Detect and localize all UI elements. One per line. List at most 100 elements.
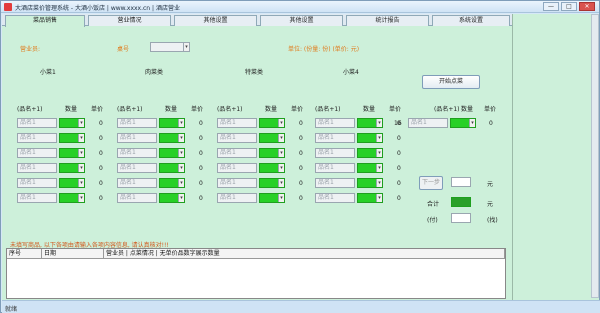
- chevron-down-icon[interactable]: ▾: [178, 119, 184, 127]
- chevron-down-icon[interactable]: ▾: [376, 119, 382, 127]
- qty-field[interactable]: ▾: [259, 118, 285, 128]
- grid-header-index[interactable]: 序号: [7, 249, 42, 259]
- chevron-down-icon[interactable]: ▾: [376, 194, 382, 202]
- col-label-1: 小菜1: [40, 69, 56, 76]
- dish-select[interactable]: 品名1: [315, 193, 355, 203]
- dish-select[interactable]: 品名1: [17, 118, 57, 128]
- dish-select[interactable]: 品名1: [217, 178, 257, 188]
- tab-order[interactable]: 菜品销售: [5, 15, 85, 27]
- chevron-down-icon[interactable]: ▾: [78, 194, 84, 202]
- chevron-down-icon[interactable]: ▾: [376, 179, 382, 187]
- dish-select[interactable]: 品名1: [315, 163, 355, 173]
- dish-select[interactable]: 品名1: [217, 133, 257, 143]
- chevron-down-icon[interactable]: ▾: [78, 179, 84, 187]
- tab-settings-b[interactable]: 其他设置: [260, 15, 343, 26]
- dish-select[interactable]: 品名1: [117, 148, 157, 158]
- qty-field[interactable]: ▾: [259, 133, 285, 143]
- dish-select[interactable]: 品名1: [217, 118, 257, 128]
- dish-select[interactable]: 品名1: [117, 178, 157, 188]
- qty-field[interactable]: ▾: [159, 148, 185, 158]
- tab-system[interactable]: 系统设置: [432, 15, 510, 26]
- grid-header-date[interactable]: 日期: [42, 249, 104, 259]
- table-select[interactable]: ▾: [150, 42, 190, 52]
- qty-field[interactable]: ▾: [159, 178, 185, 188]
- chevron-down-icon[interactable]: ▾: [78, 119, 84, 127]
- chevron-down-icon[interactable]: ▾: [278, 134, 284, 142]
- qty-field[interactable]: ▾: [59, 193, 85, 203]
- dish-select[interactable]: 品名1: [117, 193, 157, 203]
- chevron-down-icon[interactable]: ▾: [376, 149, 382, 157]
- qty-field[interactable]: ▾: [159, 133, 185, 143]
- qty-field[interactable]: ▾: [59, 118, 85, 128]
- amount-field[interactable]: [451, 177, 471, 187]
- tab-business[interactable]: 营业情况: [88, 15, 171, 26]
- dish-select[interactable]: 品名1: [315, 178, 355, 188]
- close-button[interactable]: ✕: [579, 2, 595, 11]
- chevron-down-icon[interactable]: ▾: [178, 194, 184, 202]
- chevron-down-icon[interactable]: ▾: [178, 179, 184, 187]
- dish-select[interactable]: 品名1: [117, 133, 157, 143]
- grid-header-detail[interactable]: 营业员 | 点菜情况 | 无单价品数字展示数量: [104, 249, 505, 259]
- chevron-down-icon[interactable]: ▾: [376, 164, 382, 172]
- chevron-down-icon[interactable]: ▾: [376, 134, 382, 142]
- chevron-down-icon[interactable]: ▾: [278, 164, 284, 172]
- total-label: 合计: [427, 201, 440, 208]
- qty-field[interactable]: ▾: [59, 163, 85, 173]
- extra-item-select[interactable]: 品名1: [408, 118, 448, 128]
- table-label: 桌号: [117, 46, 130, 53]
- dish-select[interactable]: 品名1: [117, 118, 157, 128]
- qty-field[interactable]: ▾: [159, 193, 185, 203]
- chevron-down-icon[interactable]: ▾: [278, 179, 284, 187]
- qty-field[interactable]: ▾: [59, 133, 85, 143]
- price-value: 0: [299, 165, 303, 172]
- start-order-button[interactable]: 开始点菜: [422, 75, 480, 89]
- chevron-down-icon[interactable]: ▾: [469, 119, 475, 127]
- order-grid[interactable]: 序号 日期 营业员 | 点菜情况 | 无单价品数字展示数量: [6, 248, 506, 299]
- pay-field[interactable]: [451, 213, 471, 223]
- chevron-down-icon[interactable]: ▾: [78, 134, 84, 142]
- next-step-button[interactable]: 下一步: [419, 176, 443, 190]
- chevron-down-icon[interactable]: ▾: [178, 149, 184, 157]
- chevron-down-icon[interactable]: ▾: [78, 149, 84, 157]
- qty-field[interactable]: ▾: [357, 193, 383, 203]
- chevron-down-icon[interactable]: ▾: [278, 149, 284, 157]
- qty-field[interactable]: ▾: [259, 163, 285, 173]
- dish-select[interactable]: 品名1: [17, 133, 57, 143]
- dish-select[interactable]: 品名1: [17, 178, 57, 188]
- dish-select[interactable]: 品名1: [217, 148, 257, 158]
- dish-select[interactable]: 品名1: [117, 163, 157, 173]
- chevron-down-icon[interactable]: ▾: [278, 194, 284, 202]
- extra-qty-field[interactable]: ▾: [450, 118, 476, 128]
- qty-field[interactable]: ▾: [59, 178, 85, 188]
- dish-select[interactable]: 品名1: [17, 193, 57, 203]
- qty-field[interactable]: ▾: [357, 133, 383, 143]
- qty-field[interactable]: ▾: [259, 178, 285, 188]
- status-text: 就绪: [5, 306, 18, 313]
- chevron-down-icon[interactable]: ▾: [278, 119, 284, 127]
- vertical-scrollbar[interactable]: [591, 14, 599, 298]
- dish-select[interactable]: 品名1: [17, 163, 57, 173]
- qty-field[interactable]: ▾: [357, 163, 383, 173]
- qty-field[interactable]: ▾: [357, 178, 383, 188]
- qty-field[interactable]: ▾: [259, 148, 285, 158]
- chevron-down-icon[interactable]: ▾: [183, 43, 189, 51]
- dish-select[interactable]: 品名1: [315, 118, 355, 128]
- dish-select[interactable]: 品名1: [315, 148, 355, 158]
- chevron-down-icon[interactable]: ▾: [78, 164, 84, 172]
- qty-field[interactable]: ▾: [159, 118, 185, 128]
- dish-select[interactable]: 品名1: [17, 148, 57, 158]
- qty-field[interactable]: ▾: [59, 148, 85, 158]
- qty-field[interactable]: ▾: [357, 148, 383, 158]
- maximize-button[interactable]: □: [561, 2, 577, 11]
- dish-select[interactable]: 品名1: [315, 133, 355, 143]
- dish-select[interactable]: 品名1: [217, 193, 257, 203]
- chevron-down-icon[interactable]: ▾: [178, 164, 184, 172]
- qty-field[interactable]: ▾: [159, 163, 185, 173]
- tab-statistics[interactable]: 统计报告: [346, 15, 429, 26]
- chevron-down-icon[interactable]: ▾: [178, 134, 184, 142]
- qty-field[interactable]: ▾: [357, 118, 383, 128]
- qty-field[interactable]: ▾: [259, 193, 285, 203]
- dish-select[interactable]: 品名1: [217, 163, 257, 173]
- tab-settings-a[interactable]: 其他设置: [174, 15, 257, 26]
- minimize-button[interactable]: —: [543, 2, 559, 11]
